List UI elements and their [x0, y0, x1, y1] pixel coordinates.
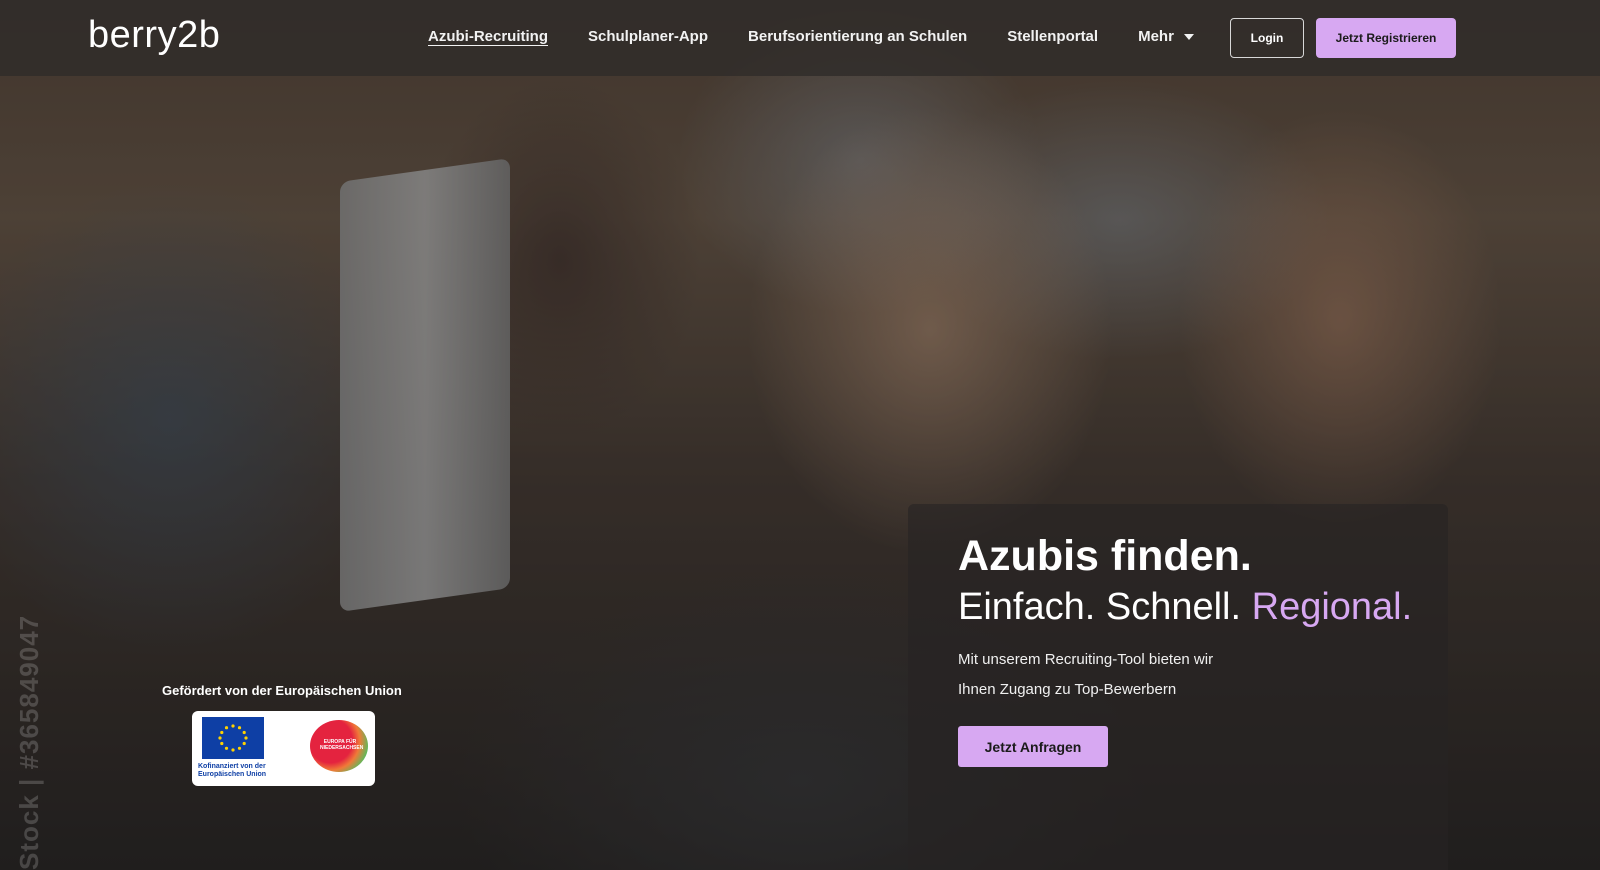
register-button[interactable]: Jetzt Registrieren [1316, 18, 1456, 58]
niedersachsen-logo-text: EUROPA FÜR NIEDERSACHSEN [320, 739, 364, 751]
chevron-down-icon [1183, 33, 1194, 40]
nav-more-dropdown[interactable]: Mehr [1138, 28, 1194, 45]
nav-link-schulplaner-app[interactable]: Schulplaner-App [588, 28, 708, 45]
nav-link-stellenportal[interactable]: Stellenportal [1007, 28, 1098, 45]
eu-flag-icon [202, 717, 264, 759]
hero-subtitle-accent: Regional. [1251, 586, 1413, 628]
request-button[interactable]: Jetzt Anfragen [958, 726, 1108, 767]
hero-subtitle-plain: Einfach. Schnell. [958, 586, 1242, 628]
eu-logo-text: Kofinanziert von der Europäischen Union [198, 763, 267, 778]
nav-link-berufsorientierung[interactable]: Berufsorientierung an Schulen [748, 28, 967, 45]
funding-caption: Gefördert von der Europäischen Union [162, 683, 402, 698]
nav-more-label: Mehr [1138, 28, 1174, 45]
login-button[interactable]: Login [1230, 18, 1304, 58]
hero-description: Mit unserem Recruiting-Tool bieten wir I… [958, 645, 1288, 705]
brand-logo[interactable]: berry2b [88, 14, 220, 57]
nav-link-azubi-recruiting[interactable]: Azubi-Recruiting [428, 28, 548, 45]
funding-logos-card: Kofinanziert von der Europäischen Union … [192, 711, 375, 786]
top-navbar: berry2b Azubi-Recruiting Schulplaner-App… [0, 0, 1600, 76]
hero-title: Azubis finden. [958, 532, 1252, 580]
hero-description-line-2: Ihnen Zugang zu Top-Bewerbern [958, 681, 1177, 698]
hero-subtitle: Einfach. Schnell. Regional. [958, 586, 1412, 629]
main-nav: Azubi-Recruiting Schulplaner-App Berufso… [428, 28, 1234, 45]
hero-description-line-1: Mit unserem Recruiting-Tool bieten wir [958, 651, 1214, 668]
stock-watermark: Stock | #365849047 [14, 614, 44, 870]
hero-card: Azubis finden. Einfach. Schnell. Regiona… [908, 504, 1448, 870]
